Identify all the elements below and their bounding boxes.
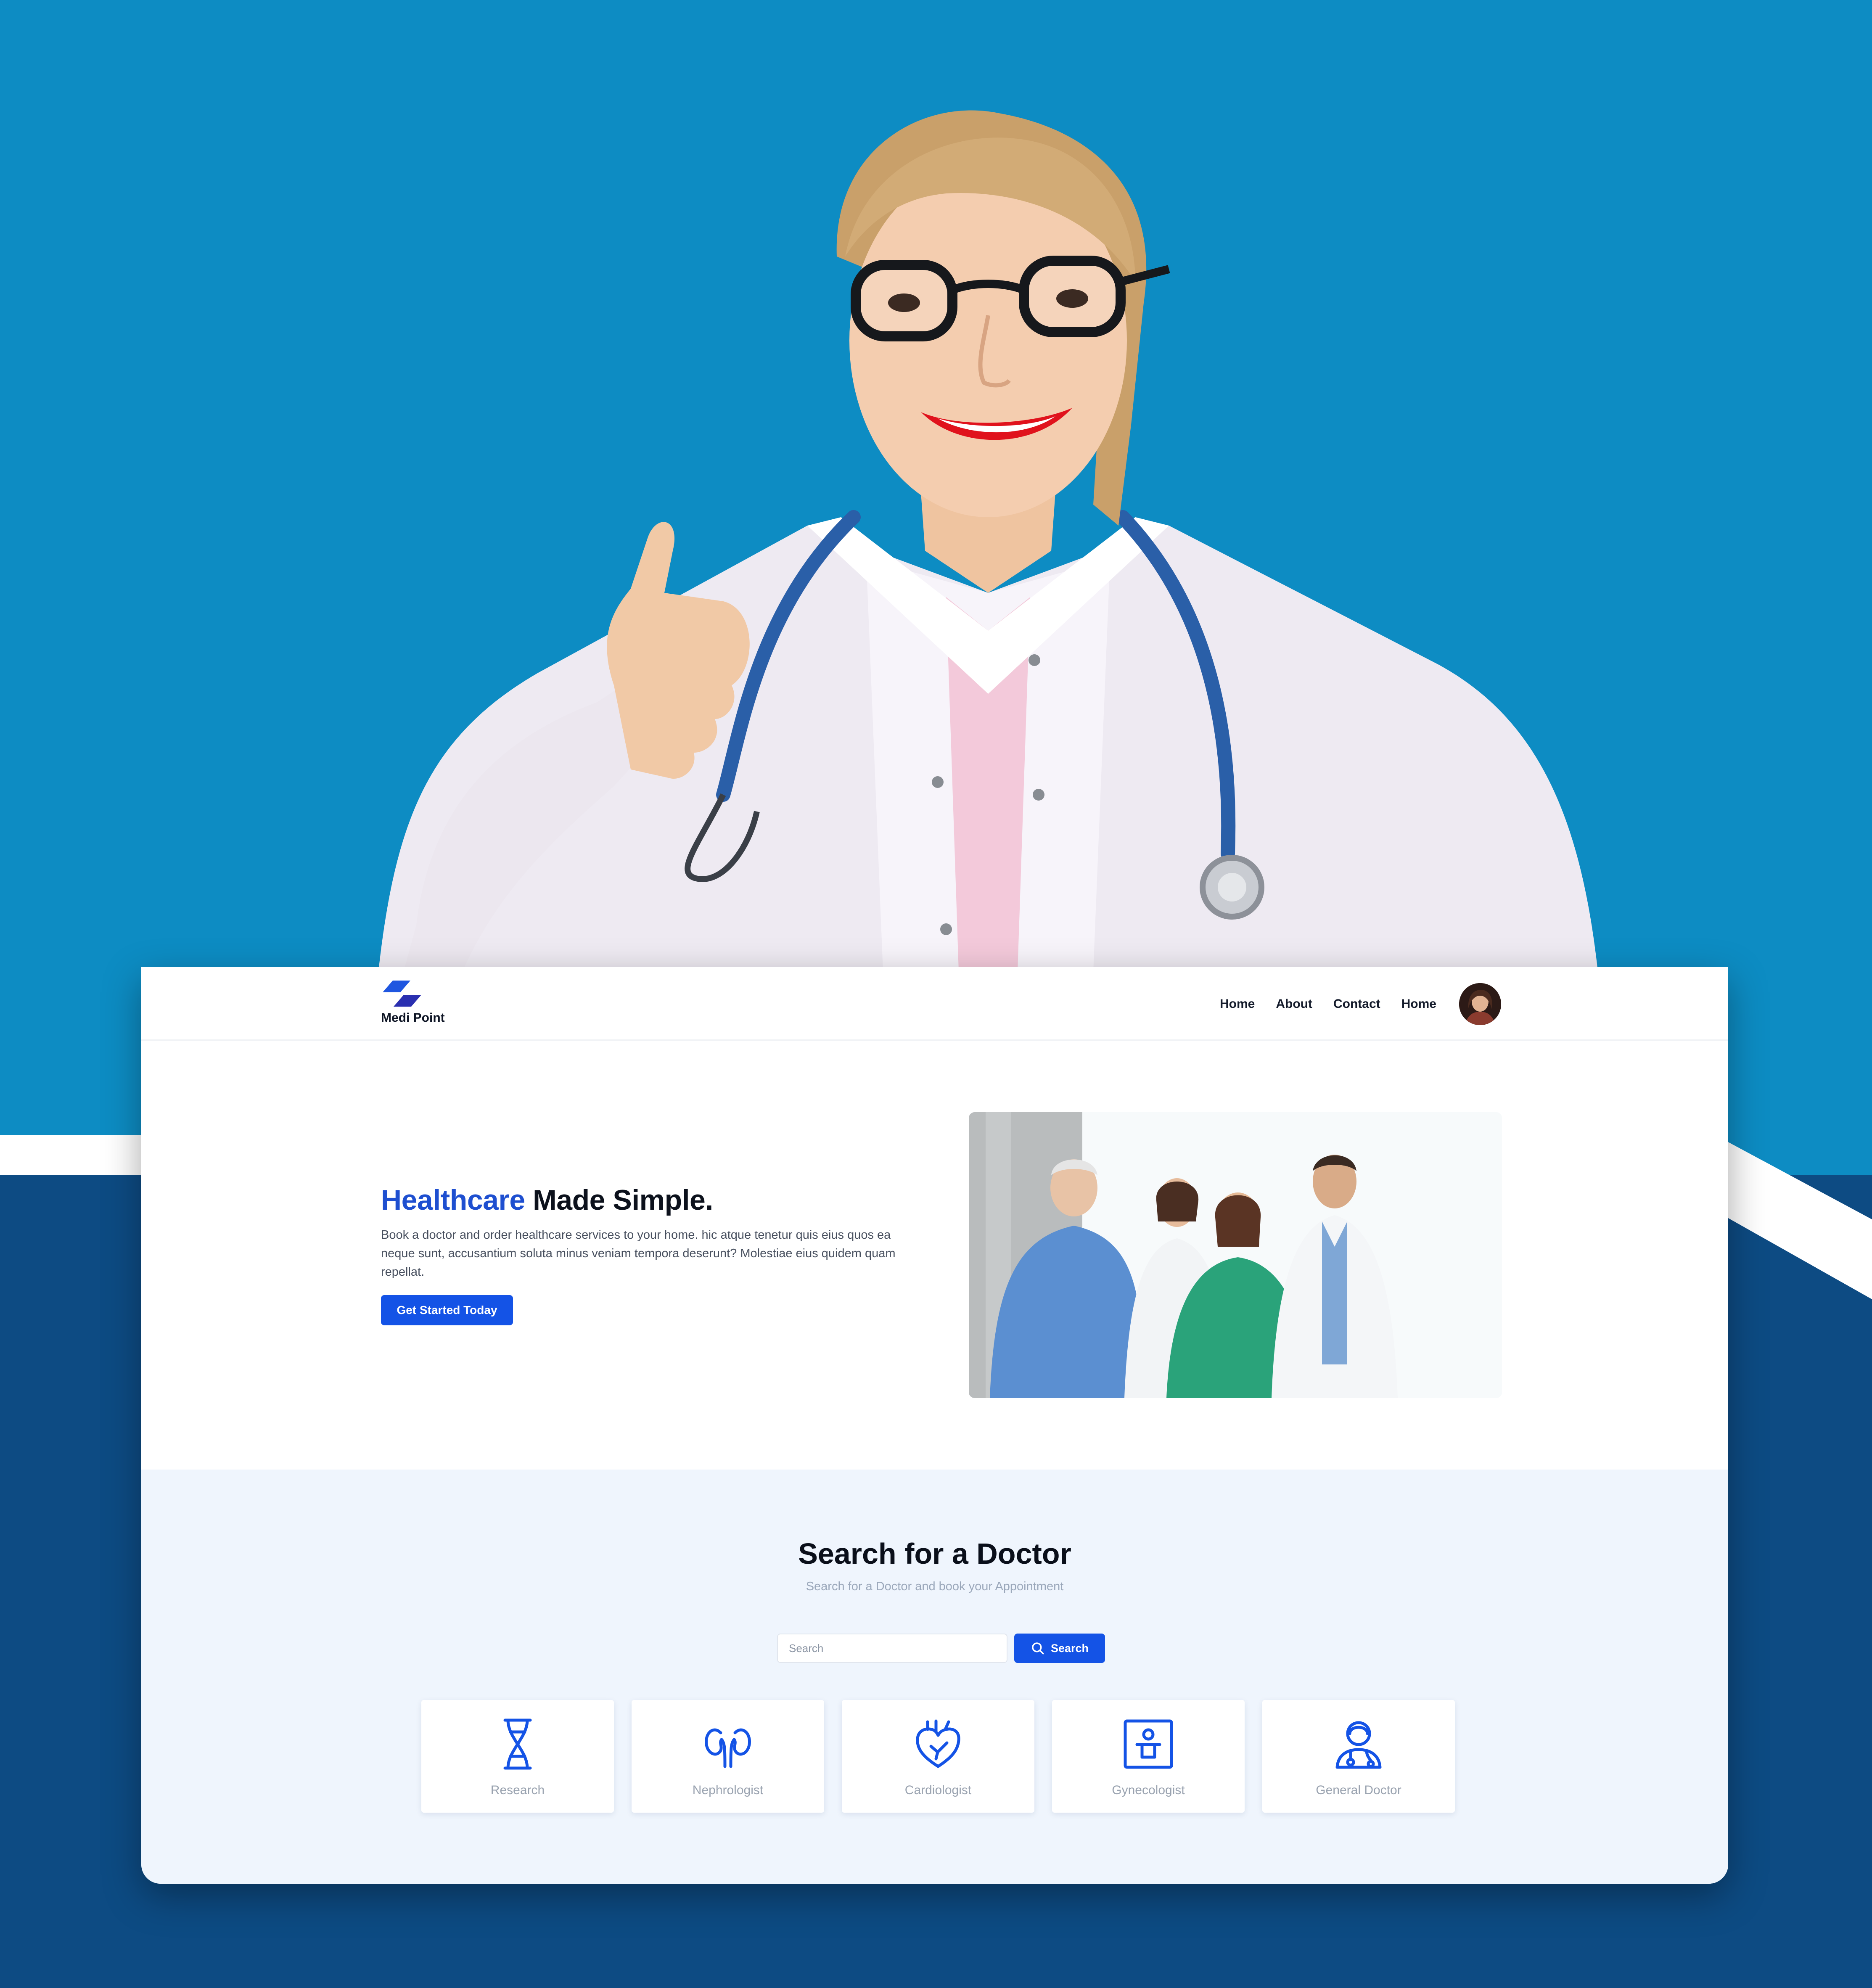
top-navbar: Medi Point Home About Contact Home [141,967,1728,1041]
brand-logo[interactable]: Medi Point [381,981,473,1031]
category-card-general-doctor[interactable]: General Doctor [1262,1700,1455,1813]
category-label: Gynecologist [1112,1783,1185,1797]
category-label: Research [490,1783,545,1797]
category-card-gynecologist[interactable]: Gynecologist [1052,1700,1245,1813]
search-button-label: Search [1050,1642,1089,1655]
category-label: General Doctor [1316,1783,1401,1797]
brand-name: Medi Point [381,1011,445,1025]
user-avatar-icon [1459,983,1501,1025]
category-label: Cardiologist [904,1783,972,1797]
search-doctor-section: Search for a Doctor Search for a Doctor … [141,1470,1728,1884]
category-card-cardiologist[interactable]: Cardiologist [842,1700,1034,1813]
nav-link-home[interactable]: Home [1220,997,1255,1011]
nav-link-home-2[interactable]: Home [1401,997,1436,1011]
get-started-button[interactable]: Get Started Today [381,1295,513,1325]
search-section-title: Search for a Doctor [798,1537,1071,1570]
website-mockup: Medi Point Home About Contact Home Healt… [141,967,1728,1884]
category-card-research[interactable]: Research [421,1700,614,1813]
doctor-hero-illustration [378,110,1598,971]
hero-title: Healthcare Made Simple. [381,1184,713,1216]
heart-icon [916,1719,960,1768]
user-avatar[interactable] [1459,983,1501,1025]
hero-description: Book a doctor and order healthcare servi… [381,1228,896,1279]
hero-section: Healthcare Made Simple. Book a doctor an… [141,1041,1728,1470]
doctor-search-input[interactable] [777,1634,1007,1663]
nav-link-about[interactable]: About [1276,997,1312,1011]
category-label: Nephrologist [692,1783,764,1797]
nav-links: Home About Contact Home [1220,983,1501,1025]
hero-title-accent: Healthcare [381,1184,525,1216]
baby-monitor-icon [1124,1719,1173,1769]
doctors-team-photo [969,1112,1502,1398]
nav-link-contact[interactable]: Contact [1333,997,1380,1011]
search-section-subtitle: Search for a Doctor and book your Appoin… [806,1580,1064,1593]
search-icon [1032,1642,1044,1655]
hero-title-rest: Made Simple. [525,1184,713,1216]
dna-icon [503,1718,532,1770]
category-card-nephrologist[interactable]: Nephrologist [632,1700,824,1813]
medi-point-logo-icon [383,981,421,1007]
specialty-categories: Research Nephrologist Cardiologist Gynec… [421,1700,1456,1813]
search-button[interactable]: Search [1014,1634,1105,1663]
doctor-icon [1335,1721,1382,1769]
kidneys-icon [705,1728,751,1768]
doctors-team-illustration [969,1112,1502,1398]
